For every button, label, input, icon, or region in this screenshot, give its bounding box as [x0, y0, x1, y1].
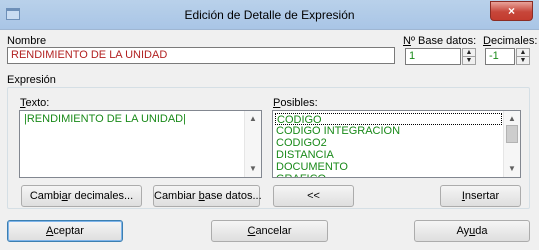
base-datos-label: Nº Base datos: — [403, 35, 477, 47]
scroll-down-icon[interactable]: ▼ — [245, 161, 261, 177]
title-bar[interactable]: Edición de Detalle de Expresión × — [0, 0, 539, 30]
spin-up-icon[interactable]: ▲ — [463, 49, 475, 57]
move-left-button[interactable]: << — [273, 185, 354, 207]
decimales-input[interactable]: -1 — [485, 48, 515, 65]
posibles-list-item[interactable]: GRAFICO — [275, 173, 502, 177]
texto-value: |RENDIMIENTO DE LA UNIDAD| — [24, 113, 186, 125]
texto-label: Texto: — [20, 97, 50, 109]
nombre-input[interactable]: RENDIMIENTO DE LA UNIDAD — [7, 47, 395, 64]
posibles-scrollbar[interactable]: ▲ ▼ — [503, 111, 520, 177]
aceptar-button[interactable]: Aceptar — [7, 220, 123, 242]
scroll-down-icon[interactable]: ▼ — [504, 161, 520, 177]
cancelar-button[interactable]: Cancelar — [211, 220, 328, 242]
posibles-label: Posibles: — [273, 97, 318, 109]
close-button[interactable]: × — [490, 1, 533, 21]
cambiar-base-datos-button[interactable]: Cambiar base datos... — [153, 185, 262, 207]
decimales-spinner[interactable]: ▲ ▼ — [516, 48, 530, 65]
texto-textarea[interactable]: |RENDIMIENTO DE LA UNIDAD| ▲ ▼ — [19, 110, 262, 178]
expresion-group-label: Expresión — [7, 74, 56, 86]
base-datos-input[interactable]: 1 — [405, 48, 461, 65]
insertar-button[interactable]: Insertar — [440, 185, 521, 207]
posibles-list-item[interactable]: CODIGO — [275, 113, 502, 126]
spin-up-icon[interactable]: ▲ — [517, 49, 529, 57]
posibles-list-item[interactable]: CODIGO2 — [275, 137, 502, 149]
posibles-listbox[interactable]: CODIGO CODIGO INTEGRACION CODIGO2 DISTANCIA… — [272, 110, 521, 178]
nombre-label: Nombre — [7, 35, 47, 47]
scroll-thumb[interactable] — [506, 125, 518, 143]
dialog-body: Nombre RENDIMIENTO DE LA UNIDAD Nº Base … — [6, 31, 537, 244]
texto-scrollbar[interactable]: ▲ ▼ — [244, 111, 261, 177]
cambiar-decimales-button[interactable]: Cambiar decimales... — [21, 185, 142, 207]
decimales-label: Decimales: — [483, 35, 538, 47]
posibles-list-item[interactable]: DOCUMENTO — [275, 161, 502, 173]
posibles-items: CODIGO CODIGO INTEGRACION CODIGO2 DISTANCIA… — [275, 113, 502, 177]
dialog-window: Edición de Detalle de Expresión × Nombre… — [0, 0, 539, 250]
scroll-up-icon[interactable]: ▲ — [245, 111, 261, 127]
ayuda-button[interactable]: Ayuda — [414, 220, 530, 242]
spin-down-icon[interactable]: ▼ — [463, 57, 475, 65]
close-icon: × — [507, 4, 515, 18]
window-title: Edición de Detalle de Expresión — [184, 8, 355, 22]
spin-down-icon[interactable]: ▼ — [517, 57, 529, 65]
base-datos-spinner[interactable]: ▲ ▼ — [462, 48, 476, 65]
posibles-list-item[interactable]: DISTANCIA — [275, 149, 502, 161]
posibles-list-item[interactable]: CODIGO INTEGRACION — [275, 125, 502, 137]
